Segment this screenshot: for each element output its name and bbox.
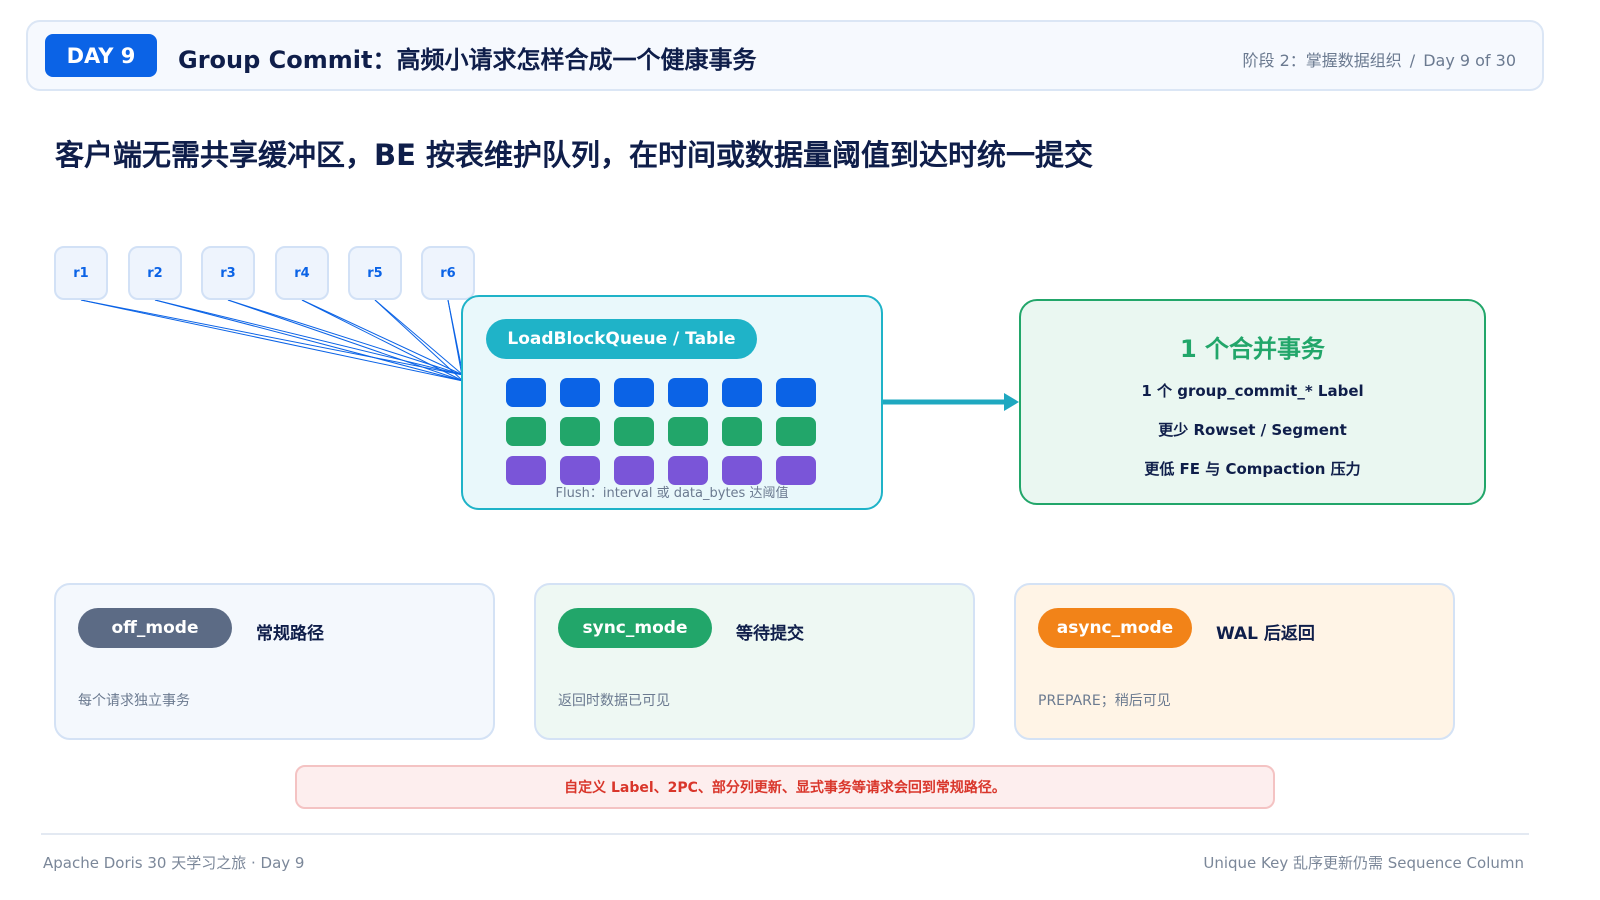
mode-card-async: async_mode WAL 后返回 PREPARE；稍后可见 xyxy=(1014,583,1455,740)
request-connector xyxy=(154,299,464,376)
mode-pill: sync_mode xyxy=(558,608,712,648)
footer-left: Apache Doris 30 天学习之旅 · Day 9 xyxy=(43,854,305,872)
queue-label: LoadBlockQueue / Table xyxy=(486,319,757,359)
meta-separator: / xyxy=(1409,51,1416,70)
page-title: Group Commit：高频小请求怎样合成一个健康事务 xyxy=(178,46,757,74)
queue-block xyxy=(560,456,600,485)
queue-block xyxy=(668,378,708,407)
load-block-queue: LoadBlockQueue / Table Flush：interval 或 … xyxy=(461,295,883,510)
request-node-r5: r5 xyxy=(348,246,402,300)
queue-block xyxy=(614,378,654,407)
queue-block xyxy=(614,456,654,485)
mode-pill: async_mode xyxy=(1038,608,1192,648)
request-node-r1: r1 xyxy=(54,246,108,300)
footer-divider xyxy=(41,833,1529,835)
mode-card-sync: sync_mode 等待提交 返回时数据已可见 xyxy=(534,583,975,740)
mode-label: 常规路径 xyxy=(256,624,324,644)
request-fan-lines xyxy=(80,299,464,382)
slide-subtitle: 客户端无需共享缓冲区，BE 按表维护队列，在时间或数据量阈值到达时统一提交 xyxy=(55,138,1094,172)
footer-right: Unique Key 乱序更新仍需 Sequence Column xyxy=(1203,854,1524,872)
queue-block xyxy=(506,417,546,446)
queue-block xyxy=(776,456,816,485)
queue-block xyxy=(722,378,762,407)
mode-description: 每个请求独立事务 xyxy=(78,693,190,709)
request-connector xyxy=(227,299,464,382)
queue-block xyxy=(776,378,816,407)
request-connector xyxy=(80,299,464,382)
request-node-r6: r6 xyxy=(421,246,475,300)
day-badge: DAY 9 xyxy=(45,34,157,77)
request-connector xyxy=(374,299,464,376)
mode-label: 等待提交 xyxy=(736,624,804,644)
request-connector xyxy=(80,299,464,376)
request-connector xyxy=(227,299,464,376)
mode-pill: off_mode xyxy=(78,608,232,648)
request-connector xyxy=(301,299,464,382)
mode-description: 返回时数据已可见 xyxy=(558,693,670,709)
queue-block xyxy=(560,417,600,446)
request-node-r4: r4 xyxy=(275,246,329,300)
merged-transaction: 1 个合并事务 1 个 group_commit_* Label 更少 Rows… xyxy=(1019,299,1486,505)
queue-block xyxy=(668,417,708,446)
queue-block xyxy=(776,417,816,446)
queue-block xyxy=(614,417,654,446)
request-node-r2: r2 xyxy=(128,246,182,300)
fallback-note: 自定义 Label、2PC、部分列更新、显式事务等请求会回到常规路径。 xyxy=(295,765,1275,809)
queue-block xyxy=(722,456,762,485)
header-meta: 阶段 2：掌握数据组织 / Day 9 of 30 xyxy=(1243,47,1516,71)
transaction-line: 1 个 group_commit_* Label xyxy=(1141,382,1364,400)
mode-label: WAL 后返回 xyxy=(1216,624,1315,644)
request-connector xyxy=(301,299,464,376)
flush-condition: Flush：interval 或 data_bytes 达阈值 xyxy=(555,486,789,501)
transaction-line: 更低 FE 与 Compaction 压力 xyxy=(1144,460,1361,478)
stage-label: 阶段 2：掌握数据组织 xyxy=(1242,51,1402,70)
queue-block xyxy=(722,417,762,446)
progress-label: Day 9 of 30 xyxy=(1423,51,1516,70)
request-connector xyxy=(374,299,464,382)
queue-block xyxy=(668,456,708,485)
queue-block xyxy=(506,378,546,407)
header-bar: DAY 9 Group Commit：高频小请求怎样合成一个健康事务 阶段 2：… xyxy=(26,20,1544,91)
mode-description: PREPARE；稍后可见 xyxy=(1038,693,1171,709)
queue-block xyxy=(506,456,546,485)
mode-card-off: off_mode 常规路径 每个请求独立事务 xyxy=(54,583,495,740)
queue-block xyxy=(560,378,600,407)
transaction-title: 1 个合并事务 xyxy=(1179,335,1326,363)
flow-arrow-head xyxy=(1004,393,1019,411)
request-connector xyxy=(154,299,464,382)
request-node-r3: r3 xyxy=(201,246,255,300)
transaction-line: 更少 Rowset / Segment xyxy=(1158,421,1347,439)
